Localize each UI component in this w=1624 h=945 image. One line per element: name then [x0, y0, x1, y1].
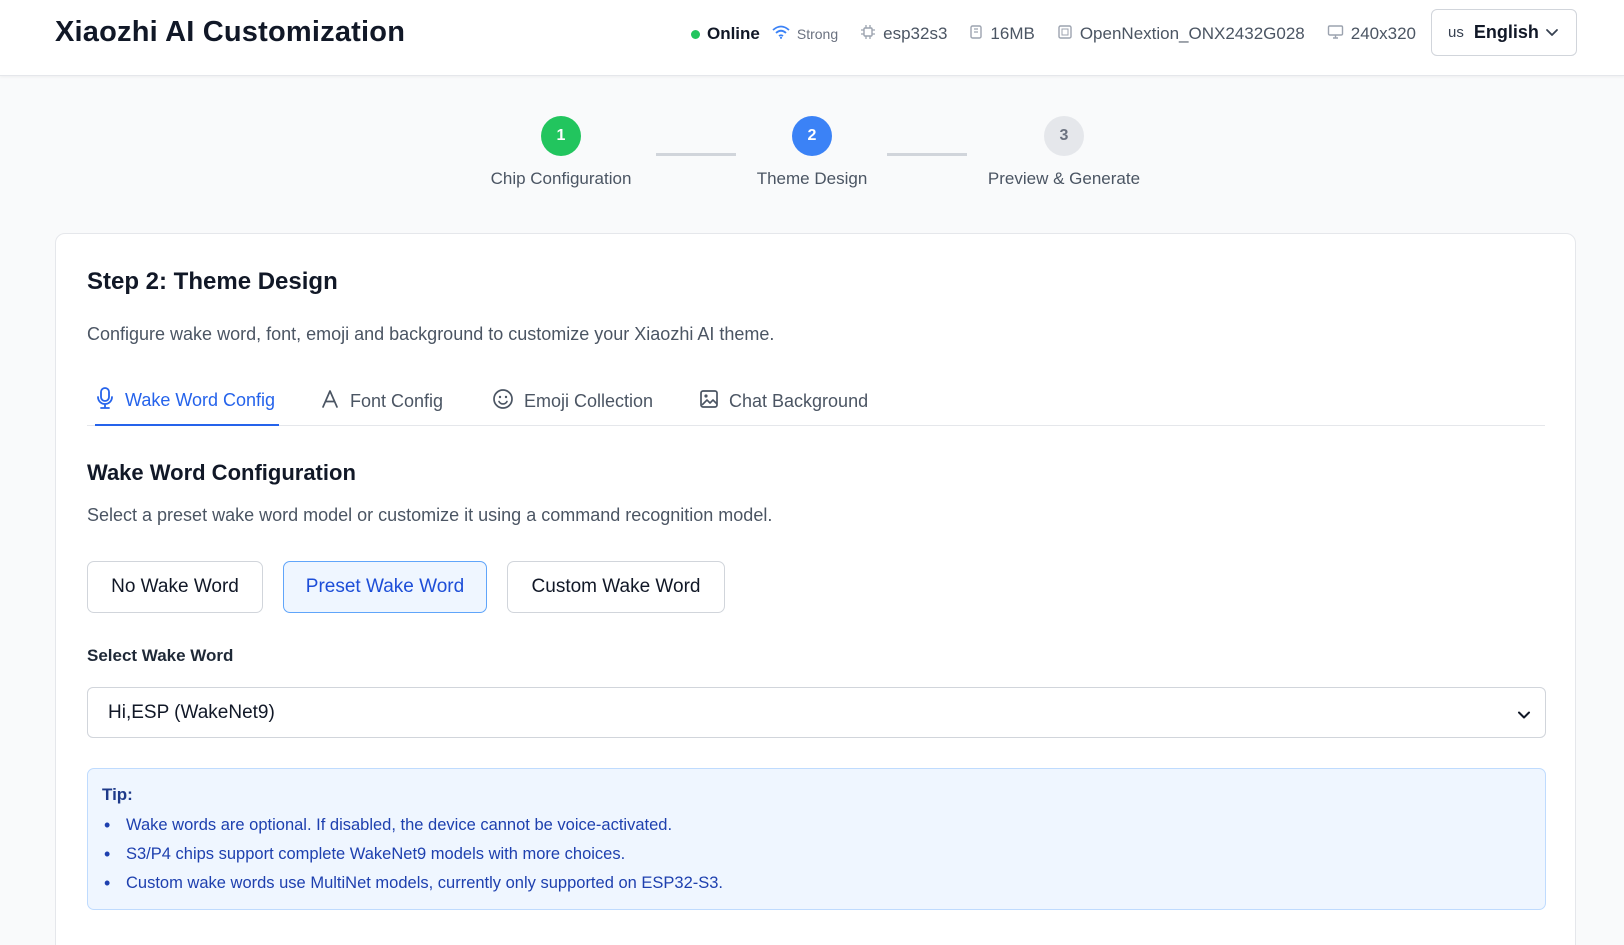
tip-item: Custom wake words use MultiNet models, c…	[102, 869, 1531, 898]
step-1-circle: 1	[541, 116, 581, 156]
board-label: OpenNextion_ONX2432G028	[1079, 24, 1305, 43]
chip-label: esp32s3	[883, 24, 948, 43]
step-2-label: Theme Design	[756, 169, 868, 188]
resolution-status: 240x320	[1327, 24, 1416, 45]
theme-tabs: Wake Word Config Font Config Emoji Colle…	[87, 376, 1545, 426]
section-description: Select a preset wake word model or custo…	[87, 505, 773, 525]
tab-font-config[interactable]: Font Config	[320, 376, 443, 426]
language-code: us	[1448, 24, 1464, 41]
board-icon	[1057, 24, 1073, 45]
flash-status: 16MB	[969, 24, 1035, 45]
step-1-label: Chip Configuration	[490, 169, 632, 188]
signal-status: Strong	[772, 24, 838, 44]
online-label: Online	[706, 24, 760, 43]
signal-label: Strong	[796, 26, 839, 42]
tip-list: Wake words are optional. If disabled, th…	[102, 811, 1531, 898]
tab-label: Wake Word Config	[125, 389, 276, 410]
step-3-circle: 3	[1044, 116, 1084, 156]
tab-chat-background[interactable]: Chat Background	[699, 376, 868, 426]
step-2-circle: 2	[792, 116, 832, 156]
wake-word-select[interactable]: Hi,ESP (WakeNet9)	[87, 687, 1546, 738]
no-wake-word-button[interactable]: No Wake Word	[87, 561, 263, 613]
top-header: Xiaozhi AI Customization Online Strong e…	[0, 0, 1624, 76]
tab-emoji-collection[interactable]: Emoji Collection	[492, 376, 653, 426]
tab-label: Emoji Collection	[524, 390, 654, 411]
step-2[interactable]: 2 Theme Design	[747, 116, 877, 189]
tab-wake-word-config[interactable]: Wake Word Config	[95, 376, 280, 426]
tip-item: Wake words are optional. If disabled, th…	[102, 811, 1531, 840]
monitor-icon	[1327, 24, 1344, 45]
tip-item: S3/P4 chips support complete WakeNet9 mo…	[102, 840, 1531, 869]
language-label: English	[1473, 22, 1539, 42]
theme-design-card: Step 2: Theme Design Configure wake word…	[55, 233, 1576, 945]
device-status-bar: Online Strong esp32s3 16MB OpenNextion_O…	[690, 22, 1416, 46]
section-title: Wake Word Configuration	[87, 460, 356, 485]
chevron-down-icon	[1517, 706, 1531, 728]
board-status: OpenNextion_ONX2432G028	[1057, 24, 1305, 45]
online-status: Online	[690, 24, 760, 44]
smiley-icon	[492, 388, 514, 415]
select-wake-word-label: Select Wake Word	[87, 646, 234, 665]
step-3[interactable]: 3 Preview & Generate	[982, 116, 1146, 189]
image-icon	[699, 389, 719, 414]
language-selector[interactable]: us English	[1431, 9, 1577, 56]
card-description: Configure wake word, font, emoji and bac…	[87, 324, 775, 344]
microphone-icon	[95, 386, 115, 415]
card-title: Step 2: Theme Design	[87, 268, 338, 295]
wifi-icon	[772, 24, 790, 44]
app-title: Xiaozhi AI Customization	[55, 16, 406, 48]
chip-status: esp32s3	[860, 24, 947, 45]
step-1[interactable]: 1 Chip Configuration	[469, 116, 653, 189]
font-icon	[320, 389, 340, 414]
tab-label: Chat Background	[729, 390, 869, 411]
cpu-icon	[860, 24, 876, 45]
tip-title: Tip:	[102, 785, 133, 804]
wake-word-select-value: Hi,ESP (WakeNet9)	[108, 701, 275, 723]
custom-wake-word-button[interactable]: Custom Wake Word	[507, 561, 725, 613]
tip-box: Tip: Wake words are optional. If disable…	[87, 768, 1546, 910]
preset-wake-word-button[interactable]: Preset Wake Word	[283, 561, 487, 613]
online-dot-icon	[690, 29, 700, 39]
step-3-label: Preview & Generate	[987, 169, 1141, 188]
flash-label: 16MB	[990, 24, 1035, 43]
chevron-down-icon	[1544, 24, 1560, 45]
memory-icon	[969, 24, 983, 45]
resolution-label: 240x320	[1350, 24, 1416, 43]
tab-label: Font Config	[350, 390, 444, 411]
step-connector	[656, 153, 736, 156]
step-connector	[887, 153, 967, 156]
